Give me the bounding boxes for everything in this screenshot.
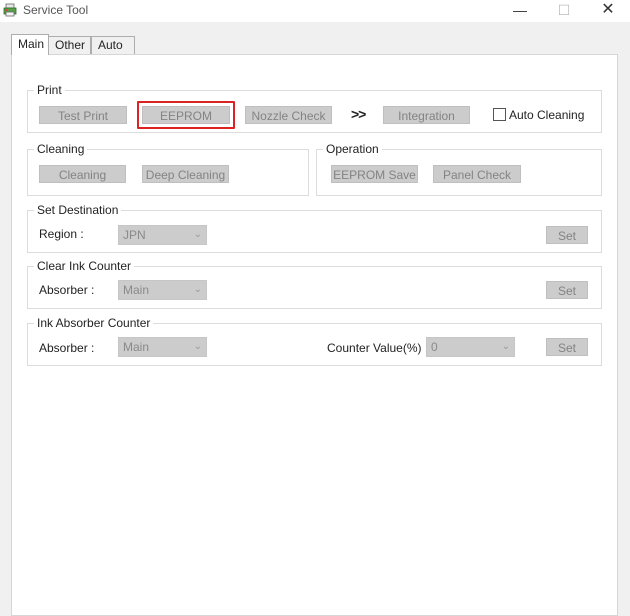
tab-other[interactable]: Other [48, 36, 91, 54]
set-destination-group: Set Destination [27, 203, 602, 253]
tab-main[interactable]: Main [11, 34, 49, 55]
cleaning-legend: Cleaning [37, 142, 85, 156]
region-value: JPN [123, 228, 146, 242]
cleaning-button[interactable]: Cleaning [39, 165, 126, 183]
set-destination-legend: Set Destination [37, 203, 119, 217]
auto-cleaning-label: Auto Cleaning [509, 108, 585, 122]
ink-absorber-counter-set-button[interactable]: Set [546, 338, 588, 356]
absorber-label-2: Absorber : [39, 341, 95, 355]
absorber-label: Absorber : [39, 283, 95, 297]
chevron-down-icon: ⌄ [501, 341, 510, 352]
region-label: Region : [39, 227, 84, 241]
close-button[interactable]: ✕ [588, 0, 628, 22]
test-print-button[interactable]: Test Print [39, 106, 127, 124]
eeprom-save-button[interactable]: EEPROM Save [331, 165, 418, 183]
main-tab-panel: Print Test Print EEPROM Nozzle Check >> … [11, 54, 618, 616]
ink-absorber-counter-legend: Ink Absorber Counter [37, 316, 151, 330]
region-dropdown[interactable]: JPN ⌄ [118, 225, 207, 245]
clear-ink-counter-set-button[interactable]: Set [546, 281, 588, 299]
panel-check-button[interactable]: Panel Check [433, 165, 521, 183]
counter-value-label: Counter Value(%) : [327, 341, 429, 355]
eeprom-highlight-box [137, 101, 235, 129]
minimize-button[interactable]: — [500, 0, 540, 22]
print-legend: Print [37, 83, 62, 97]
operation-legend: Operation [326, 142, 379, 156]
chevron-down-icon: ⌄ [193, 341, 202, 352]
nozzle-check-button[interactable]: Nozzle Check [245, 106, 332, 124]
counter-value-dropdown[interactable]: 0 ⌄ [426, 337, 515, 357]
chevron-down-icon: ⌄ [193, 229, 202, 240]
clear-ink-counter-legend: Clear Ink Counter [37, 259, 132, 273]
window-body: Main Other Auto Print Test Print EEPROM … [1, 22, 629, 616]
chevron-down-icon: ⌄ [193, 284, 202, 295]
integration-button[interactable]: Integration [383, 106, 470, 124]
counter-value: 0 [431, 340, 438, 354]
maximize-button[interactable]: ☐ [544, 0, 584, 22]
clear-ink-counter-group: Clear Ink Counter [27, 259, 602, 309]
arrow-indicator: >> [351, 106, 366, 122]
ink-absorber-counter-group: Ink Absorber Counter [27, 316, 602, 366]
tab-auto[interactable]: Auto [91, 36, 135, 54]
absorber-value-2: Main [123, 340, 150, 354]
set-destination-set-button[interactable]: Set [546, 226, 588, 244]
title-bar: Service Tool — ☐ ✕ [0, 0, 630, 22]
printer-app-icon [3, 3, 17, 17]
absorber-dropdown[interactable]: Main ⌄ [118, 280, 207, 300]
auto-cleaning-checkbox[interactable] [493, 108, 506, 121]
absorber-value: Main [123, 283, 150, 297]
absorber-dropdown-2[interactable]: Main ⌄ [118, 337, 207, 357]
window-title: Service Tool [23, 3, 89, 17]
deep-cleaning-button[interactable]: Deep Cleaning [142, 165, 229, 183]
